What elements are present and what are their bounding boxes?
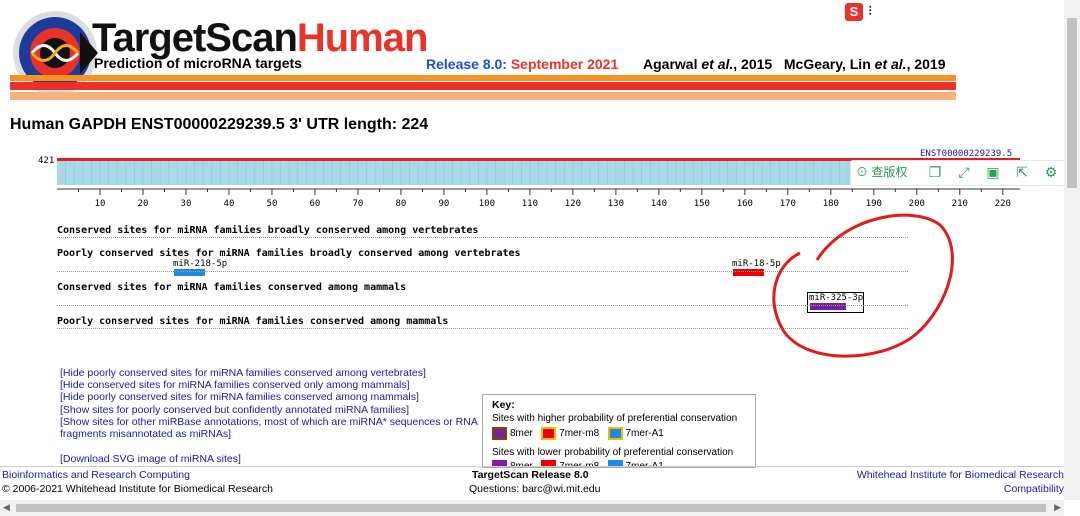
horizontal-scrollbar[interactable]: ◀ ▶	[0, 500, 1064, 516]
axis-tick-label: 70	[353, 199, 364, 209]
axis-tick-label: 160	[737, 199, 753, 209]
key-higher-items: 8mer 7mer-m8 7mer-A1	[492, 427, 664, 440]
hide-poorly-vertebrates-link[interactable]: [Hide poorly conserved sites for miRNA f…	[60, 367, 426, 380]
extension-icon[interactable]: S	[845, 3, 863, 21]
header-bar-peach	[10, 92, 956, 100]
download-svg-link[interactable]: [Download SVG image of miRNA sites]	[60, 453, 241, 466]
vertical-scrollbar[interactable]	[1064, 0, 1080, 500]
key-8mer-label: 8mer	[510, 428, 533, 440]
footer-questions: Questions: barc@wi.mit.edu	[469, 483, 601, 495]
axis-tick-label: 220	[995, 199, 1011, 209]
axis-tick-label: 90	[438, 199, 449, 209]
axis-tick-label: 100	[479, 199, 495, 209]
legend-key: Key: Sites with higher probability of pr…	[482, 394, 756, 468]
settings-icon[interactable]: ⚙	[1040, 162, 1062, 182]
save-icon[interactable]: ▣	[982, 162, 1004, 182]
axis-tick-label: 40	[224, 199, 235, 209]
site-subtitle: Prediction of microRNA targets	[94, 55, 302, 71]
footer-release: TargetScan Release 8.0	[472, 469, 589, 481]
section-conserved-vertebrates: Conserved sites for miRNA families broad…	[57, 225, 479, 236]
header-bar-orange	[10, 75, 956, 81]
transcript-label: ENST00000229239.5	[920, 149, 1012, 159]
axis-tick-label: 50	[267, 199, 278, 209]
footer-compatibility-link[interactable]: Compatibility	[1004, 483, 1064, 495]
key-higher-label: Sites with higher probability of prefere…	[492, 413, 738, 424]
vertical-scroll-thumb[interactable]	[1067, 18, 1077, 188]
section-poorly-vertebrates: Poorly conserved sites for miRNA familie…	[57, 248, 521, 259]
show-mirbase-link-line2[interactable]: fragments misannotated as miRNAs]	[60, 428, 231, 441]
key-lower-label: Sites with lower probability of preferen…	[492, 447, 734, 458]
show-annotated-families-link[interactable]: [Show sites for poorly conserved but con…	[60, 404, 409, 417]
section-conserved-mammals: Conserved sites for miRNA families conse…	[57, 282, 407, 293]
section-poorly-mammals: Poorly conserved sites for miRNA familie…	[57, 316, 449, 327]
axis-tick-label: 10	[95, 199, 106, 209]
key-7mer-a1-label: 7mer-A1	[625, 428, 664, 440]
header-bar-red	[10, 82, 956, 90]
hide-poorly-mammals-link[interactable]: [Hide poorly conserved sites for miRNA f…	[60, 391, 419, 404]
footer-left-link[interactable]: Bioinformatics and Research Computing	[2, 469, 190, 481]
axis-tick-label: 130	[608, 199, 624, 209]
hide-conserved-mammals-link[interactable]: [Hide conserved sites for miRNA families…	[60, 379, 410, 392]
scroll-right-icon[interactable]: ▶	[1054, 502, 1061, 513]
fullscreen-icon[interactable]: ⤢	[953, 162, 975, 182]
copyright-check-button[interactable]: ⊙ 查版权	[856, 162, 907, 182]
copy-icon[interactable]: ❐	[924, 162, 946, 182]
plot-top-value: 421	[38, 156, 54, 166]
extension-menu-icon[interactable]: ⁝	[868, 2, 872, 19]
share-icon[interactable]: ⇱	[1011, 162, 1033, 182]
axis-tick-label: 110	[522, 199, 538, 209]
site-header: TargetScanHuman Prediction of microRNA t…	[0, 0, 1080, 110]
footer-divider	[0, 466, 1080, 467]
swatch-8mer	[492, 427, 507, 440]
axis-tick-label: 20	[138, 199, 149, 209]
copyright-check-label: 查版权	[871, 165, 908, 179]
swatch-7mer-m8	[541, 427, 557, 440]
key-title: Key:	[492, 399, 515, 411]
footer-right-link[interactable]: Whitehead Institute for Biomedical Resea…	[857, 469, 1064, 481]
release-info: Release 8.0: September 2021	[426, 56, 619, 72]
footer-copyright: © 2006-2021 Whitehead Institute for Biom…	[2, 483, 273, 495]
hand-drawn-circle-annotation	[772, 213, 954, 358]
show-mirbase-link-line1[interactable]: [Show sites for other miRBase annotation…	[60, 416, 478, 429]
horizontal-scroll-thumb[interactable]	[16, 504, 1046, 512]
site-label-mir-218[interactable]: miR-218-5p	[173, 259, 227, 269]
axis-tick-label: 30	[181, 199, 192, 209]
axis-tick-label: 140	[651, 199, 667, 209]
key-7mer-m8-label: 7mer-m8	[559, 428, 600, 440]
page-title: Human GAPDH ENST00000229239.5 3' UTR len…	[10, 116, 429, 133]
axis-tick-label: 60	[310, 199, 321, 209]
axis-tick-label: 80	[396, 199, 407, 209]
scroll-left-icon[interactable]: ◀	[3, 502, 10, 513]
swatch-7mer-a1	[607, 427, 623, 440]
axis-tick-label: 120	[565, 199, 581, 209]
citations: Agarwal et al., 2015 McGeary, Lin et al.…	[643, 56, 946, 72]
axis-tick-label: 150	[694, 199, 710, 209]
